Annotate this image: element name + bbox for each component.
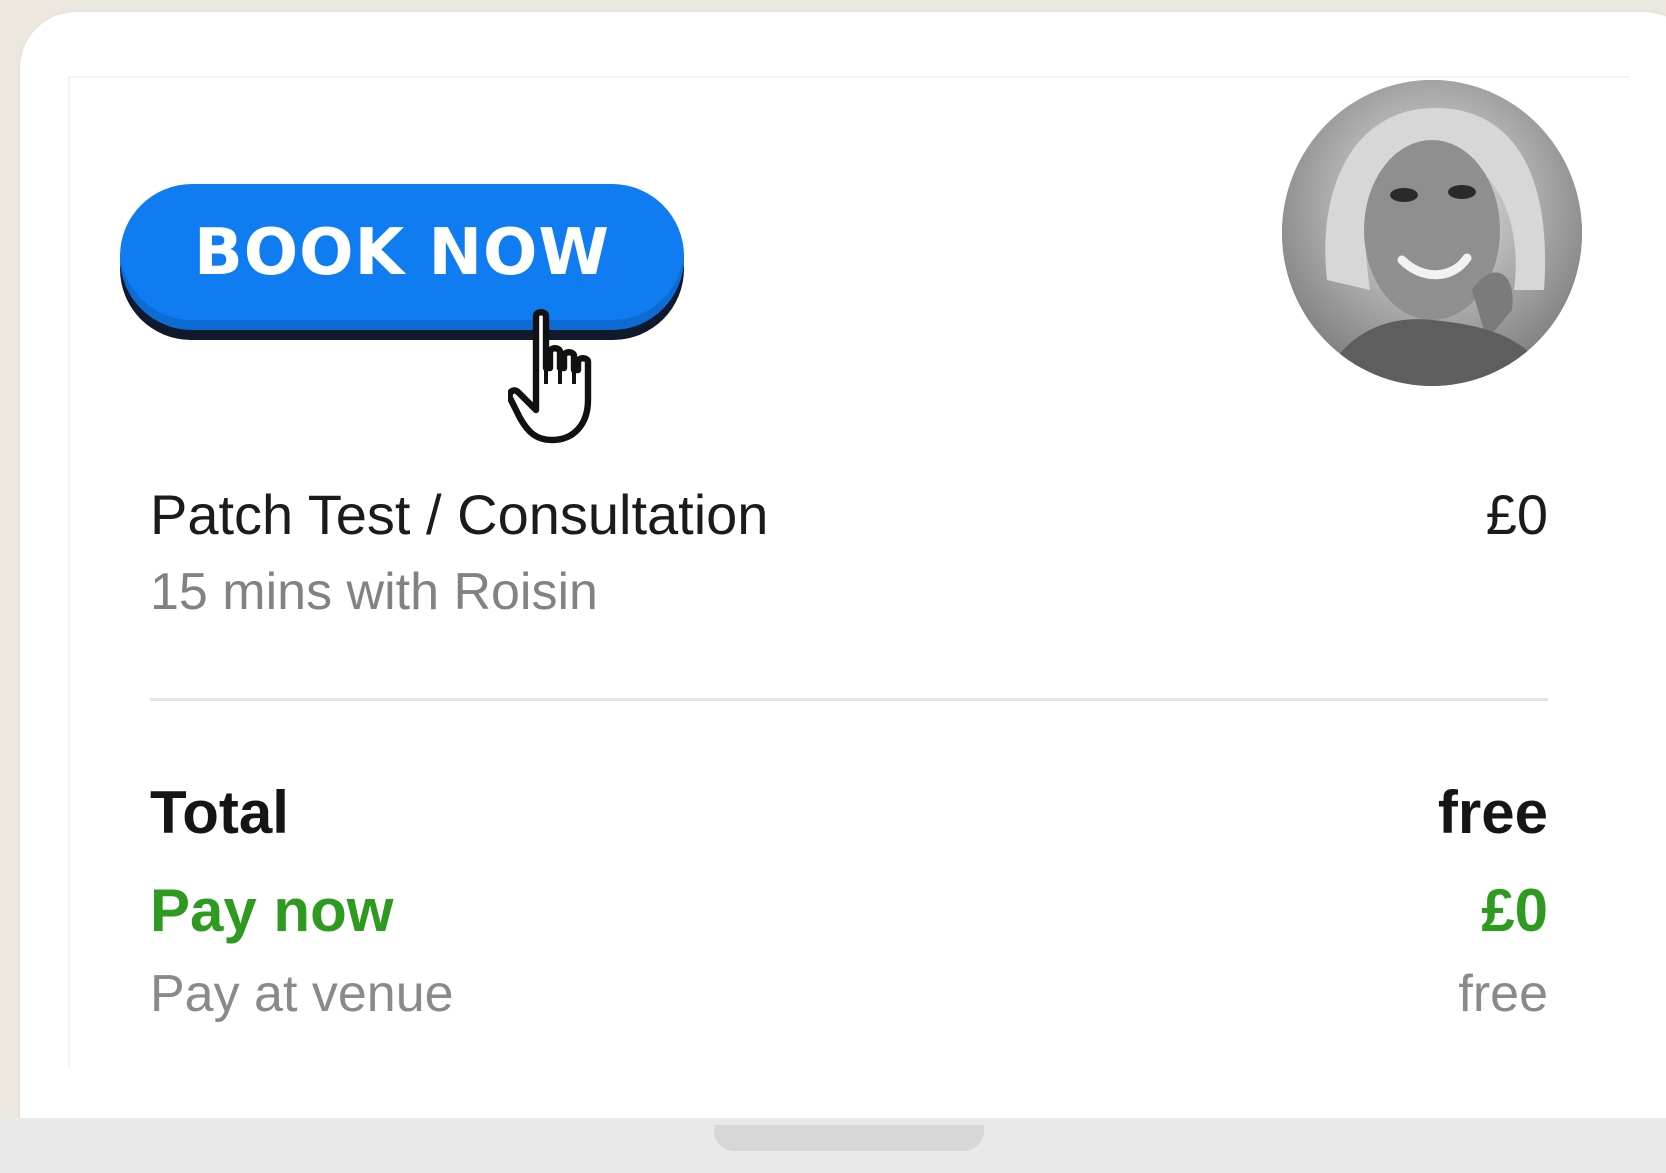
service-duration: 15 mins with Roisin — [150, 563, 598, 621]
divider — [150, 698, 1548, 701]
pay-now-label: Pay now — [150, 877, 394, 944]
page: BOOK NOW Patch Test / Consultation £0 15… — [0, 0, 1666, 1173]
pay-at-venue-value: free — [1458, 965, 1548, 1023]
service-price: £0 — [1485, 483, 1548, 546]
pay-at-venue-label: Pay at venue — [150, 965, 454, 1023]
pay-now-value: £0 — [1481, 877, 1548, 944]
staff-avatar-photo — [1282, 80, 1582, 386]
device-base-notch — [714, 1125, 984, 1151]
total-value: free — [1437, 779, 1548, 846]
total-label: Total — [150, 779, 289, 846]
hand-pointer-icon — [508, 309, 592, 444]
book-now-button-label: BOOK NOW — [193, 216, 611, 290]
staff-avatar — [1282, 80, 1582, 386]
service-name: Patch Test / Consultation — [150, 483, 769, 546]
